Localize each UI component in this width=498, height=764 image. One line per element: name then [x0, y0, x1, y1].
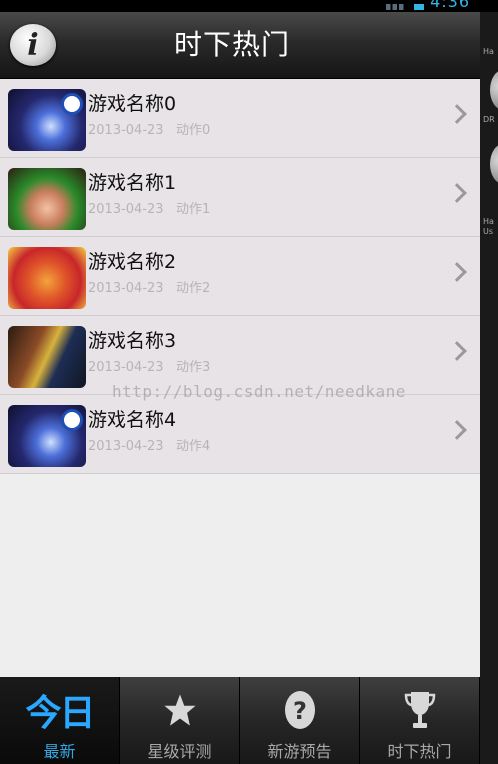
game-name: 游戏名称3 — [88, 330, 177, 352]
game-name: 游戏名称0 — [88, 93, 177, 115]
side-label: Us — [483, 227, 494, 236]
side-panel: Ha DR Ha Us — [480, 12, 498, 764]
chevron-right-icon — [447, 420, 467, 440]
game-meta: 2013-04-23 动作3 — [88, 356, 210, 375]
question-icon: ? — [240, 685, 359, 735]
game-name: 游戏名称1 — [88, 172, 177, 194]
chevron-right-icon — [447, 104, 467, 124]
game-list: 游戏名称0 2013-04-23 动作0 游戏名称1 2013-04-23 动作… — [0, 79, 480, 474]
signal-icon — [386, 4, 409, 10]
tab-label: 时下热门 — [387, 742, 452, 761]
tab-hot[interactable]: 时下热门 — [360, 677, 480, 764]
side-label: Ha — [483, 217, 494, 226]
list-item[interactable]: 游戏名称0 2013-04-23 动作0 — [0, 79, 480, 158]
game-category: 动作2 — [175, 281, 211, 296]
badge-icon — [61, 409, 83, 431]
game-meta: 2013-04-23 动作2 — [88, 277, 210, 296]
page-title: 时下热门 — [173, 28, 290, 61]
game-name: 游戏名称2 — [88, 251, 177, 273]
game-icon-dragon — [8, 89, 86, 151]
tab-new-preview[interactable]: ? 新游预告 — [240, 677, 360, 764]
side-label: Ha — [483, 47, 494, 56]
status-bar: 4:36 — [0, 0, 498, 12]
game-date: 2013-04-23 — [88, 281, 164, 296]
game-category: 动作4 — [175, 439, 211, 454]
star-icon — [120, 685, 239, 735]
game-date: 2013-04-23 — [88, 123, 164, 138]
battery-icon — [414, 4, 425, 10]
list-item[interactable]: 游戏名称1 2013-04-23 动作1 — [0, 158, 480, 237]
tab-label: 星级评测 — [147, 742, 212, 761]
list-item[interactable]: 游戏名称4 2013-04-23 动作4 — [0, 395, 480, 474]
today-glyph: 今日 — [25, 693, 95, 734]
list-item[interactable]: 游戏名称2 2013-04-23 动作2 — [0, 237, 480, 316]
game-category: 动作3 — [175, 360, 211, 375]
status-icons: 4:36 — [386, 0, 470, 10]
game-icon-warriors — [8, 326, 86, 388]
today-icon: 今日 — [0, 685, 119, 735]
status-time: 4:36 — [430, 0, 470, 11]
game-icon-dragon — [8, 405, 86, 467]
watermark: http://blog.csdn.net/needkane — [112, 382, 406, 401]
side-label: DR — [483, 115, 495, 124]
title-bar: i 时下热门 — [0, 12, 480, 79]
game-category: 动作0 — [175, 123, 211, 138]
chevron-right-icon — [447, 183, 467, 203]
game-meta: 2013-04-23 动作4 — [88, 435, 210, 454]
game-date: 2013-04-23 — [88, 202, 164, 217]
game-category: 动作1 — [175, 202, 211, 217]
badge-icon — [61, 93, 83, 115]
side-knob — [490, 144, 498, 184]
game-meta: 2013-04-23 动作0 — [88, 119, 210, 138]
game-meta: 2013-04-23 动作1 — [88, 198, 210, 217]
side-knob — [490, 70, 498, 110]
svg-text:?: ? — [293, 697, 307, 725]
bottom-tab-bar: 今日 最新 星级评测 ? 新游预告 时下热门 — [0, 677, 480, 764]
chevron-right-icon — [447, 341, 467, 361]
tab-label: 新游预告 — [267, 742, 332, 761]
game-date: 2013-04-23 — [88, 360, 164, 375]
tab-label: 最新 — [43, 742, 76, 761]
game-name: 游戏名称4 — [88, 409, 177, 431]
chevron-right-icon — [447, 262, 467, 282]
tab-star-review[interactable]: 星级评测 — [120, 677, 240, 764]
game-date: 2013-04-23 — [88, 439, 164, 454]
tab-latest[interactable]: 今日 最新 — [0, 677, 120, 764]
app-screen: i 时下热门 游戏名称0 2013-04-23 动作0 游戏名称1 2013-0… — [0, 12, 480, 764]
game-icon-barbarian — [8, 247, 86, 309]
trophy-icon — [360, 685, 479, 735]
game-icon-heroine — [8, 168, 86, 230]
